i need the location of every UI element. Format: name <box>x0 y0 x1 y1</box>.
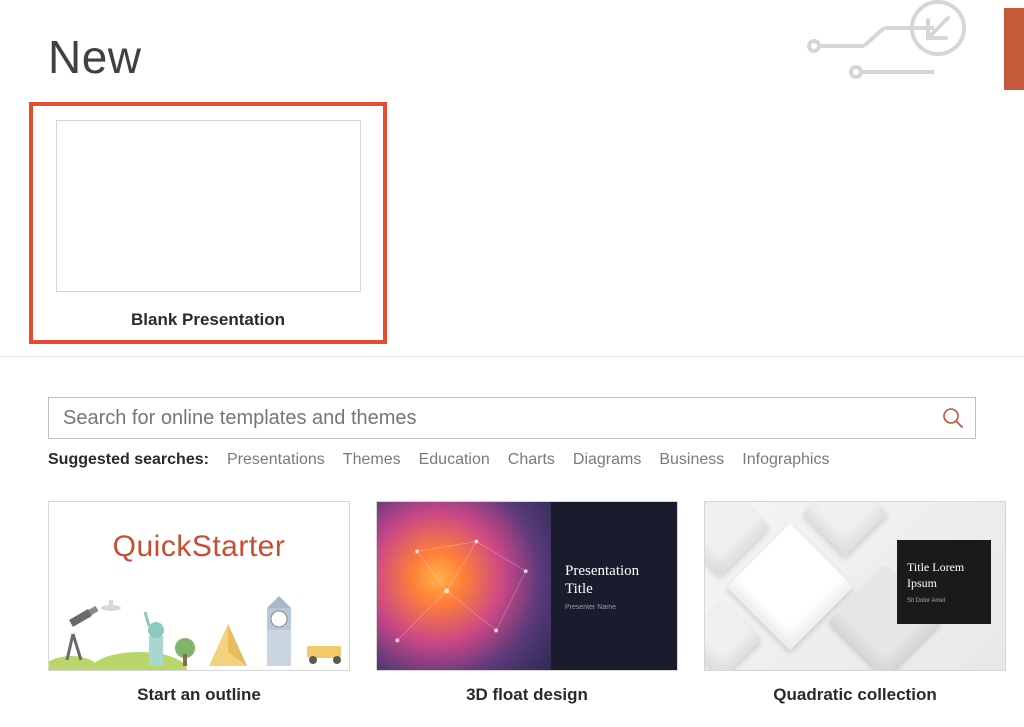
quad-subtitle: Sit Dolor Amet <box>907 598 981 604</box>
template-quadratic-thumb: Title Lorem Ipsum Sit Dolor Amet <box>704 501 1006 671</box>
quickstarter-illustration <box>49 590 349 670</box>
blank-presentation-highlight: Blank Presentation <box>29 102 387 344</box>
quickstarter-logo-text: QuickStarter <box>49 502 349 564</box>
search-input[interactable] <box>49 407 931 430</box>
template-3d-float-label: 3D float design <box>466 685 588 705</box>
float-title-panel: Presentation Title Presenter Name <box>551 502 677 670</box>
template-quadratic-label: Quadratic collection <box>773 685 936 705</box>
suggested-label: Suggested searches: <box>48 451 209 469</box>
float-title-line1: Presentation <box>565 563 639 579</box>
quad-title-line1: Title Lorem <box>907 560 964 574</box>
suggested-link-infographics[interactable]: Infographics <box>742 451 829 469</box>
quad-title-line2: Ipsum <box>907 576 937 590</box>
search-icon <box>942 407 964 429</box>
template-gallery: QuickStarter <box>0 469 1024 705</box>
template-quadratic[interactable]: Title Lorem Ipsum Sit Dolor Amet Quadrat… <box>704 501 1006 705</box>
template-3d-float[interactable]: Presentation Title Presenter Name 3D flo… <box>376 501 678 705</box>
float-gradient-panel <box>377 502 551 670</box>
blank-presentation-label: Blank Presentation <box>131 310 285 330</box>
template-quickstarter[interactable]: QuickStarter <box>48 501 350 705</box>
suggested-link-charts[interactable]: Charts <box>508 451 555 469</box>
suggested-link-diagrams[interactable]: Diagrams <box>573 451 641 469</box>
template-quickstarter-thumb: QuickStarter <box>48 501 350 671</box>
template-quickstarter-label: Start an outline <box>137 685 261 705</box>
suggested-searches: Suggested searches: Presentations Themes… <box>48 451 976 469</box>
search-button[interactable] <box>931 397 975 439</box>
float-subtitle: Presenter Name <box>565 604 677 611</box>
search-container <box>48 397 976 439</box>
float-title-line2: Title <box>565 581 593 597</box>
blank-presentation-template[interactable] <box>56 120 361 292</box>
suggested-link-education[interactable]: Education <box>419 451 490 469</box>
quad-title-card: Title Lorem Ipsum Sit Dolor Amet <box>897 540 991 624</box>
suggested-link-presentations[interactable]: Presentations <box>227 451 325 469</box>
page-title: New <box>0 0 1024 94</box>
suggested-link-business[interactable]: Business <box>659 451 724 469</box>
suggested-link-themes[interactable]: Themes <box>343 451 401 469</box>
template-3d-float-thumb: Presentation Title Presenter Name <box>376 501 678 671</box>
